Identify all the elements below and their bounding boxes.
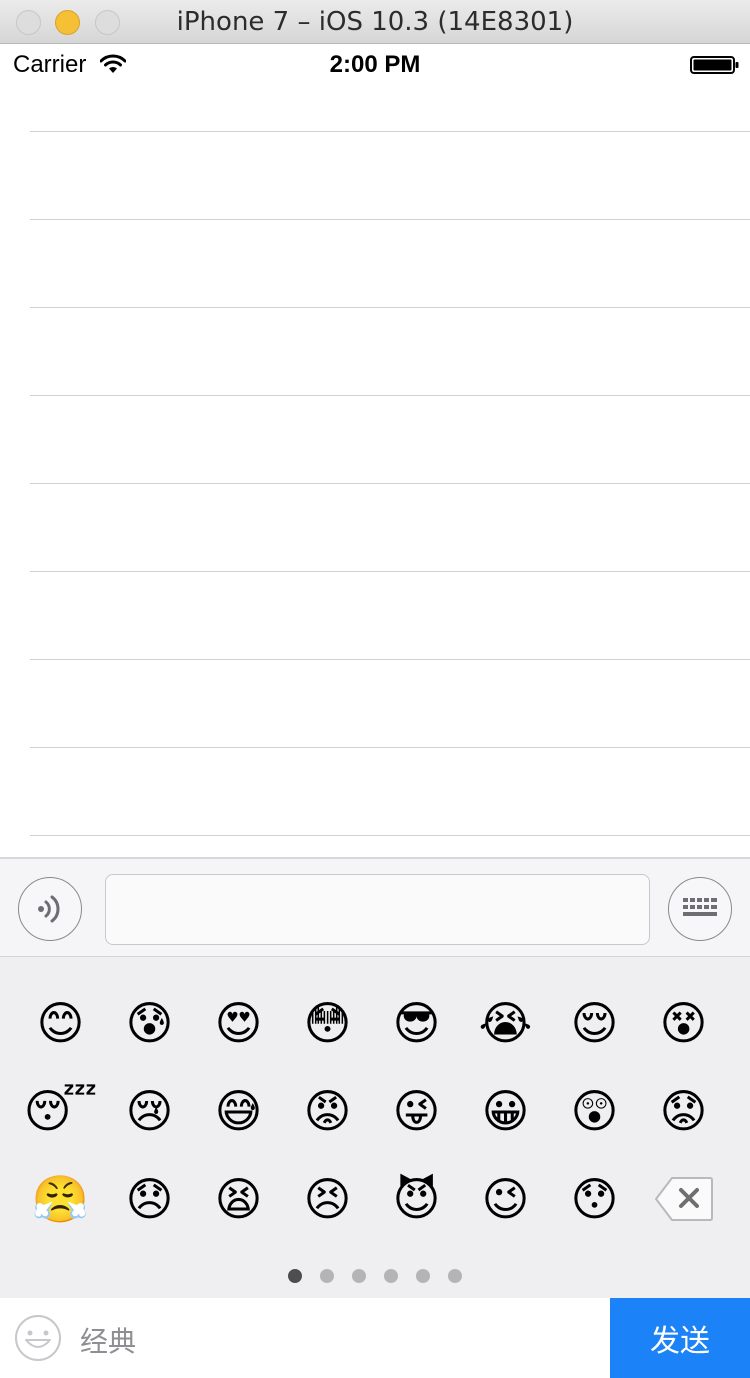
page-dot[interactable] <box>384 1269 398 1283</box>
emoji-category-bar: 经典 发送 <box>0 1298 750 1378</box>
emoji-key[interactable]: 😴 <box>16 1067 105 1155</box>
page-dot[interactable] <box>448 1269 462 1283</box>
table-row-separator <box>30 747 750 748</box>
emoji-key[interactable]: 😯 <box>550 1155 639 1243</box>
backspace-icon <box>654 1177 713 1221</box>
emoji-grid: 😊 😰 😍 😳 😎 😭 😌 😵 😴 😢 😅 😡 😜 😀 😲 😟 😤 😞 😫 😣 😈 😉 😯 <box>16 979 728 1243</box>
page-dot[interactable] <box>352 1269 366 1283</box>
emoji-key[interactable]: 😀 <box>461 1067 550 1155</box>
emoji-key[interactable]: 😡 <box>283 1067 372 1155</box>
page-control[interactable] <box>0 1269 750 1285</box>
send-button[interactable]: 发送 <box>610 1298 750 1378</box>
status-time: 2:00 PM <box>329 51 421 78</box>
table-row-separator <box>30 219 750 220</box>
table-row-separator <box>30 659 750 660</box>
voice-button[interactable] <box>18 877 82 941</box>
emoji-key[interactable]: 😵 <box>639 979 728 1067</box>
table-row-separator <box>30 571 750 572</box>
battery-icon <box>690 56 739 74</box>
emoji-key[interactable]: 😟 <box>639 1067 728 1155</box>
emoji-key[interactable]: 😫 <box>194 1155 283 1243</box>
keyboard-icon <box>683 898 717 916</box>
page-dot[interactable] <box>288 1269 302 1283</box>
status-bar: Carrier 2:00 PM <box>0 44 750 86</box>
emoji-key[interactable]: 😍 <box>194 979 283 1067</box>
emoji-key[interactable]: 😅 <box>194 1067 283 1155</box>
table-row-separator <box>30 395 750 396</box>
window-title: iPhone 7 – iOS 10.3 (14E8301) <box>176 7 574 37</box>
category-label[interactable]: 经典 <box>80 1320 136 1360</box>
emoji-panel: 😊 😰 😍 😳 😎 😭 😌 😵 😴 😢 😅 😡 😜 😀 😲 😟 😤 😞 😫 😣 😈 😉 😯 <box>0 957 750 1298</box>
emoji-key[interactable]: 😌 <box>550 979 639 1067</box>
emoji-key[interactable]: 😲 <box>550 1067 639 1155</box>
emoji-key[interactable]: 😉 <box>461 1155 550 1243</box>
simulator-titlebar: iPhone 7 – iOS 10.3 (14E8301) <box>0 0 750 44</box>
emoji-key[interactable]: 😰 <box>105 979 194 1067</box>
emoji-key[interactable]: 😣 <box>283 1155 372 1243</box>
table-row-separator <box>30 131 750 132</box>
smile-icon[interactable] <box>14 1314 62 1362</box>
emoji-key[interactable]: 😊 <box>16 979 105 1067</box>
emoji-key[interactable]: 😎 <box>372 979 461 1067</box>
table-row-separator <box>30 483 750 484</box>
page-dot[interactable] <box>416 1269 430 1283</box>
message-input[interactable] <box>105 874 650 945</box>
table-row-separator <box>30 307 750 308</box>
emoji-key[interactable]: 😞 <box>105 1155 194 1243</box>
message-table[interactable] <box>0 86 750 857</box>
emoji-key[interactable]: 😈 <box>372 1155 461 1243</box>
delete-key[interactable] <box>639 1155 728 1243</box>
emoji-key[interactable]: 😳 <box>283 979 372 1067</box>
input-toolbar <box>0 857 750 957</box>
emoji-key[interactable]: 😢 <box>105 1067 194 1155</box>
table-row-separator <box>30 835 750 836</box>
voice-icon <box>38 895 60 923</box>
emoji-key[interactable]: 😜 <box>372 1067 461 1155</box>
page-dot[interactable] <box>320 1269 334 1283</box>
emoji-key[interactable]: 😭 <box>461 979 550 1067</box>
keyboard-toggle-button[interactable] <box>668 877 732 941</box>
emoji-key[interactable]: 😤 <box>16 1155 105 1243</box>
